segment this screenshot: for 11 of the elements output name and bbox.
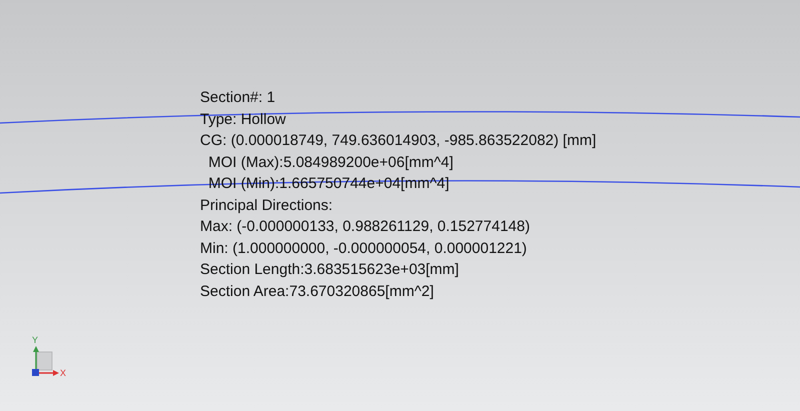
section-info-line: CG: (0.000018749, 749.636014903, -985.863522082) [mm] [200, 131, 596, 151]
section-info-line: Section Length:3.683515623e+03[mm] [200, 260, 459, 280]
section-info-line: Principal Directions: [200, 196, 333, 216]
section-info-line: Min: (1.000000000, -0.000000054, 0.000001221) [200, 238, 527, 258]
section-info-line: Section Area:73.670320865[mm^2] [200, 282, 434, 302]
section-info-line: Type: Hollow [200, 110, 286, 130]
section-info-line: Max: (-0.000000133, 0.988261129, 0.152774148) [200, 217, 530, 237]
section-info-line: MOI (Max):5.084989200e+06[mm^4] [207, 152, 454, 172]
y-axis-label: Y [32, 336, 38, 345]
section-info-line: Section#: 1 [200, 88, 276, 108]
x-axis-label: X [60, 369, 66, 378]
